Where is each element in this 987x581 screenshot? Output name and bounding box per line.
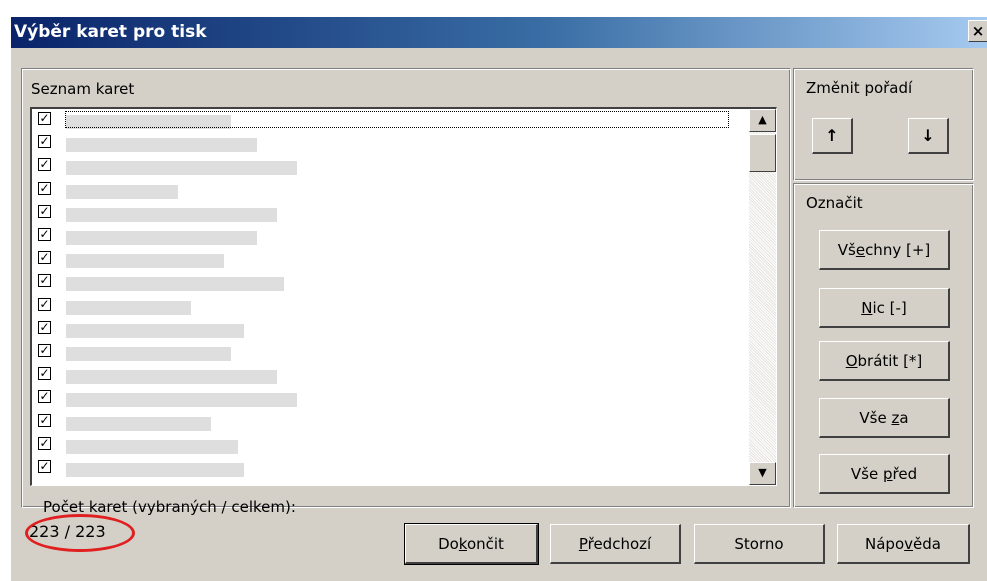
previous-label: Předchozí [578,534,652,553]
vertical-scrollbar[interactable]: ▲ ▼ [749,109,776,485]
item-label-redacted [66,208,277,222]
item-label-redacted [66,231,257,245]
item-checkbox[interactable]: ✓ [38,182,51,195]
list-item[interactable]: ✓ [32,271,732,293]
select-all-button[interactable]: Všechny [+] [819,230,950,270]
item-label-redacted [66,440,238,454]
item-checkbox[interactable]: ✓ [38,298,51,311]
previous-button[interactable]: Předchozí [550,524,681,564]
item-checkbox[interactable]: ✓ [38,251,51,264]
arrow-down-icon: ↓ [921,126,935,145]
scroll-up-icon: ▲ [758,113,767,126]
list-item[interactable]: ✓ [32,248,732,270]
close-icon: × [971,22,985,40]
list-item[interactable]: ✓ [32,457,732,479]
finish-label: Dokončit [438,534,504,553]
list-item[interactable]: ✓ [32,179,732,201]
select-none-label: Nic [-] [861,298,907,317]
item-checkbox[interactable]: ✓ [38,228,51,241]
list-item[interactable]: ✓ [32,411,732,433]
cancel-button[interactable]: Storno [694,524,825,564]
move-up-button[interactable]: ↑ [812,118,853,154]
card-list-items: ✓ ✓ ✓ ✓ ✓ ✓ ✓ ✓ ✓ ✓ ✓ ✓ ✓ ✓ ✓ ✓ [32,109,732,485]
card-listbox[interactable]: ✓ ✓ ✓ ✓ ✓ ✓ ✓ ✓ ✓ ✓ ✓ ✓ ✓ ✓ ✓ ✓ ▲ ▼ [30,107,777,486]
card-list-label: Seznam karet [31,80,135,98]
item-label-redacted [66,463,244,477]
item-label-redacted [66,347,231,361]
help-button[interactable]: Nápověda [837,524,970,564]
list-item[interactable]: ✓ [32,364,732,386]
change-order-label: Změnit pořadí [806,79,913,97]
select-all-label: Všechny [+] [837,240,931,259]
select-all-after-button[interactable]: Vše za [819,398,950,438]
item-label-redacted [66,393,297,407]
list-item[interactable]: ✓ [32,341,732,363]
item-label-redacted [66,277,284,291]
scroll-down-icon: ▼ [758,466,767,479]
item-checkbox[interactable]: ✓ [38,344,51,357]
item-label-redacted [66,185,178,199]
scroll-thumb[interactable] [749,134,776,172]
item-checkbox[interactable]: ✓ [38,112,51,125]
scroll-up-button[interactable]: ▲ [749,109,776,132]
item-checkbox[interactable]: ✓ [38,205,51,218]
finish-button[interactable]: Dokončit [404,523,539,565]
select-all-before-label: Vše před [850,464,918,483]
item-checkbox[interactable]: ✓ [38,158,51,171]
title-bar[interactable]: Výběr karet pro tisk × [11,17,987,48]
highlight-ellipse [25,514,135,552]
item-checkbox[interactable]: ✓ [38,414,51,427]
list-item[interactable]: ✓ [32,202,732,224]
item-checkbox[interactable]: ✓ [38,367,51,380]
item-label-redacted [66,138,257,152]
item-checkbox[interactable]: ✓ [38,135,51,148]
item-checkbox[interactable]: ✓ [38,390,51,403]
close-button[interactable]: × [968,20,987,42]
list-item[interactable]: ✓ [32,434,732,456]
item-label-redacted [66,324,244,338]
item-label-redacted [66,301,191,315]
item-label-redacted [66,161,297,175]
help-label: Nápověda [865,534,941,553]
list-item[interactable]: ✓ [32,225,732,247]
invert-selection-label: Obrátit [*] [845,351,923,370]
item-checkbox[interactable]: ✓ [38,460,51,473]
cancel-label: Storno [734,534,784,553]
scroll-down-button[interactable]: ▼ [749,462,776,485]
invert-selection-button[interactable]: Obrátit [*] [819,341,950,381]
list-item[interactable]: ✓ [32,155,732,177]
arrow-up-icon: ↑ [825,126,839,145]
list-item[interactable]: ✓ [32,109,732,131]
focus-rectangle [65,111,729,128]
list-item[interactable]: ✓ [32,295,732,317]
move-down-button[interactable]: ↓ [908,118,949,154]
select-all-after-label: Vše za [859,408,909,427]
select-none-button[interactable]: Nic [-] [819,288,950,328]
mark-label: Označit [806,194,863,212]
list-item[interactable]: ✓ [32,318,732,340]
select-all-before-button[interactable]: Vše před [819,454,950,494]
item-checkbox[interactable]: ✓ [38,274,51,287]
item-label-redacted [66,254,224,268]
list-item[interactable]: ✓ [32,387,732,409]
item-label-redacted [66,417,211,431]
item-label-redacted [66,370,277,384]
dialog-title: Výběr karet pro tisk [14,22,207,42]
item-checkbox[interactable]: ✓ [38,437,51,450]
list-item[interactable]: ✓ [32,132,732,154]
item-checkbox[interactable]: ✓ [38,321,51,334]
